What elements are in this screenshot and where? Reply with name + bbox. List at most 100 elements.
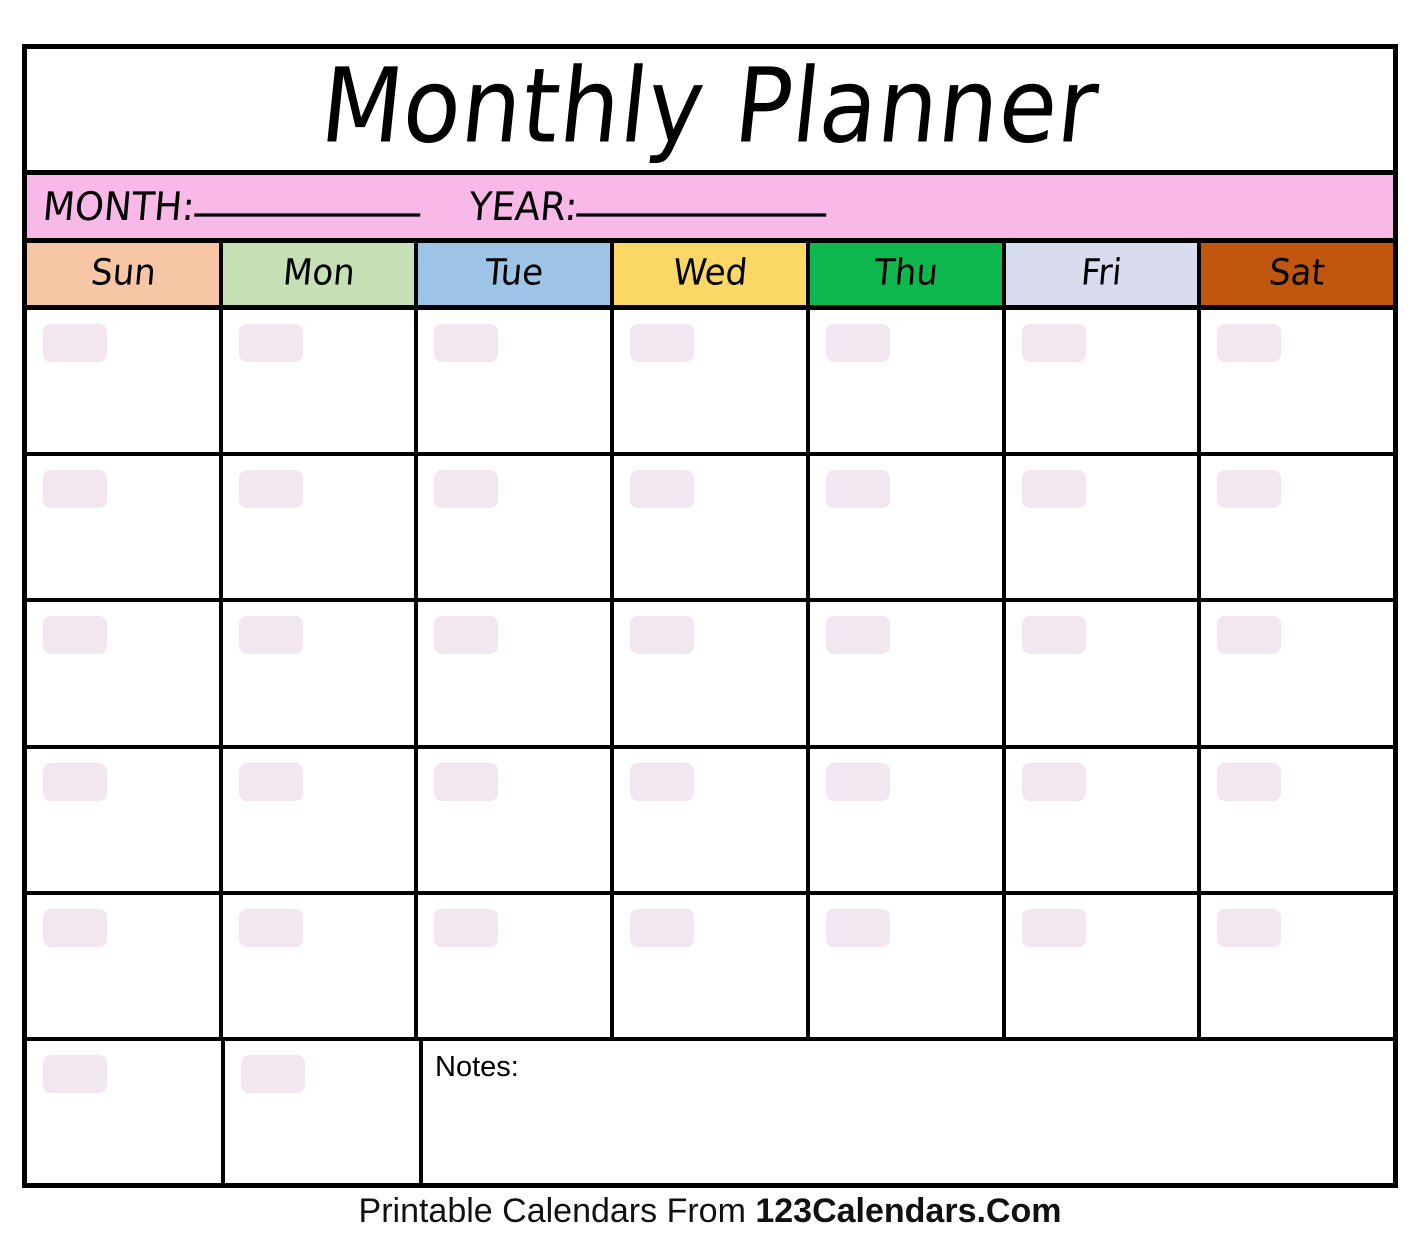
day-cell[interactable] — [418, 602, 611, 745]
day-cell[interactable] — [222, 894, 415, 1037]
footer-brand: 123Calendars.Com — [755, 1192, 1062, 1230]
date-box[interactable] — [1217, 470, 1282, 509]
day-cell[interactable] — [1201, 602, 1393, 745]
day-cell[interactable] — [27, 456, 219, 599]
day-cell[interactable] — [418, 894, 611, 1037]
date-box[interactable] — [238, 470, 303, 509]
date-box[interactable] — [630, 616, 695, 655]
date-box[interactable] — [825, 908, 890, 947]
month-field[interactable]: MONTH: — [41, 183, 423, 230]
day-cell[interactable] — [222, 602, 415, 745]
day-cell[interactable] — [1005, 310, 1198, 453]
footer-prefix: Printable Calendars From — [358, 1192, 756, 1230]
date-box[interactable] — [434, 908, 499, 947]
date-box[interactable] — [43, 908, 107, 947]
date-box[interactable] — [434, 324, 499, 362]
month-input-rule[interactable] — [193, 213, 421, 217]
weekday-header-wed: Wed — [614, 243, 806, 305]
date-box[interactable] — [1021, 908, 1086, 947]
day-cell[interactable] — [809, 602, 1002, 745]
date-box[interactable] — [630, 762, 695, 801]
date-box[interactable] — [630, 470, 695, 509]
date-box[interactable] — [238, 616, 303, 655]
date-box[interactable] — [43, 1054, 107, 1093]
date-box[interactable] — [1021, 616, 1086, 655]
date-box[interactable] — [43, 762, 107, 801]
day-cell[interactable] — [809, 894, 1002, 1037]
title-bar: Monthly Planner — [27, 49, 1393, 175]
weekday-label: Fri — [1079, 251, 1124, 294]
day-cell[interactable] — [614, 310, 806, 453]
month-year-bar: MONTH: YEAR: — [27, 175, 1393, 243]
date-box[interactable] — [434, 470, 499, 509]
day-cell[interactable] — [27, 748, 219, 891]
date-box[interactable] — [238, 762, 303, 801]
month-label: MONTH: — [41, 183, 197, 230]
weekday-header-thu: Thu — [809, 243, 1002, 305]
date-box[interactable] — [630, 324, 695, 362]
day-cell[interactable] — [1201, 748, 1393, 891]
date-box[interactable] — [1217, 908, 1282, 947]
week-row — [27, 310, 1393, 453]
date-box[interactable] — [1021, 470, 1086, 509]
date-box[interactable] — [1217, 616, 1282, 655]
weekday-header-sun: Sun — [27, 243, 219, 305]
date-box[interactable] — [825, 762, 890, 801]
weekday-label: Sat — [1267, 251, 1327, 294]
day-cell[interactable] — [1005, 894, 1198, 1037]
day-cell[interactable] — [614, 748, 806, 891]
date-box[interactable] — [241, 1054, 305, 1093]
date-box[interactable] — [238, 908, 303, 947]
weekday-label: Wed — [671, 251, 750, 294]
date-box[interactable] — [1217, 762, 1282, 801]
date-box[interactable] — [434, 616, 499, 655]
day-cell[interactable] — [1005, 602, 1198, 745]
day-cell[interactable] — [809, 748, 1002, 891]
footer: Printable Calendars From 123Calendars.Co… — [0, 1192, 1420, 1231]
day-cell[interactable] — [222, 456, 415, 599]
day-cell[interactable] — [614, 456, 806, 599]
weekday-header-row: Sun Mon Tue Wed Thu Fri Sat — [27, 243, 1393, 310]
day-cell[interactable] — [27, 310, 219, 453]
notes-area[interactable]: Notes: — [423, 1040, 1393, 1183]
date-box[interactable] — [825, 470, 890, 509]
year-field[interactable]: YEAR: — [466, 183, 829, 230]
day-cell[interactable] — [809, 310, 1002, 453]
date-box[interactable] — [238, 324, 303, 362]
day-cell[interactable] — [614, 602, 806, 745]
date-box[interactable] — [825, 324, 890, 362]
day-cell[interactable] — [1201, 456, 1393, 599]
week-row — [27, 894, 1393, 1037]
day-cell[interactable] — [809, 456, 1002, 599]
date-box[interactable] — [43, 324, 107, 362]
year-input-rule[interactable] — [576, 213, 827, 217]
date-box[interactable] — [43, 616, 107, 655]
date-box[interactable] — [434, 762, 499, 801]
day-cell[interactable] — [27, 602, 219, 745]
date-box[interactable] — [825, 616, 890, 655]
day-cell[interactable] — [27, 1040, 221, 1183]
day-cell[interactable] — [1005, 748, 1198, 891]
day-cell[interactable] — [418, 310, 611, 453]
weekday-label: Sun — [88, 251, 158, 294]
day-cell[interactable] — [27, 894, 219, 1037]
day-cell[interactable] — [418, 748, 611, 891]
year-label: YEAR: — [466, 183, 579, 230]
day-cell[interactable] — [222, 310, 415, 453]
planner-frame: Monthly Planner MONTH: YEAR: Sun Mon Tue — [22, 44, 1398, 1188]
day-cell[interactable] — [418, 456, 611, 599]
day-cell[interactable] — [225, 1040, 419, 1183]
day-cell[interactable] — [1201, 310, 1393, 453]
date-box[interactable] — [630, 908, 695, 947]
date-box[interactable] — [43, 470, 107, 509]
day-cell[interactable] — [1005, 456, 1198, 599]
weekday-label: Tue — [483, 251, 546, 294]
date-box[interactable] — [1021, 762, 1086, 801]
page-title: Monthly Planner — [315, 45, 1105, 166]
day-cell[interactable] — [1201, 894, 1393, 1037]
day-cell[interactable] — [614, 894, 806, 1037]
day-cell[interactable] — [222, 748, 415, 891]
date-box[interactable] — [1217, 324, 1282, 362]
date-box[interactable] — [1021, 324, 1086, 362]
week-row — [27, 748, 1393, 891]
